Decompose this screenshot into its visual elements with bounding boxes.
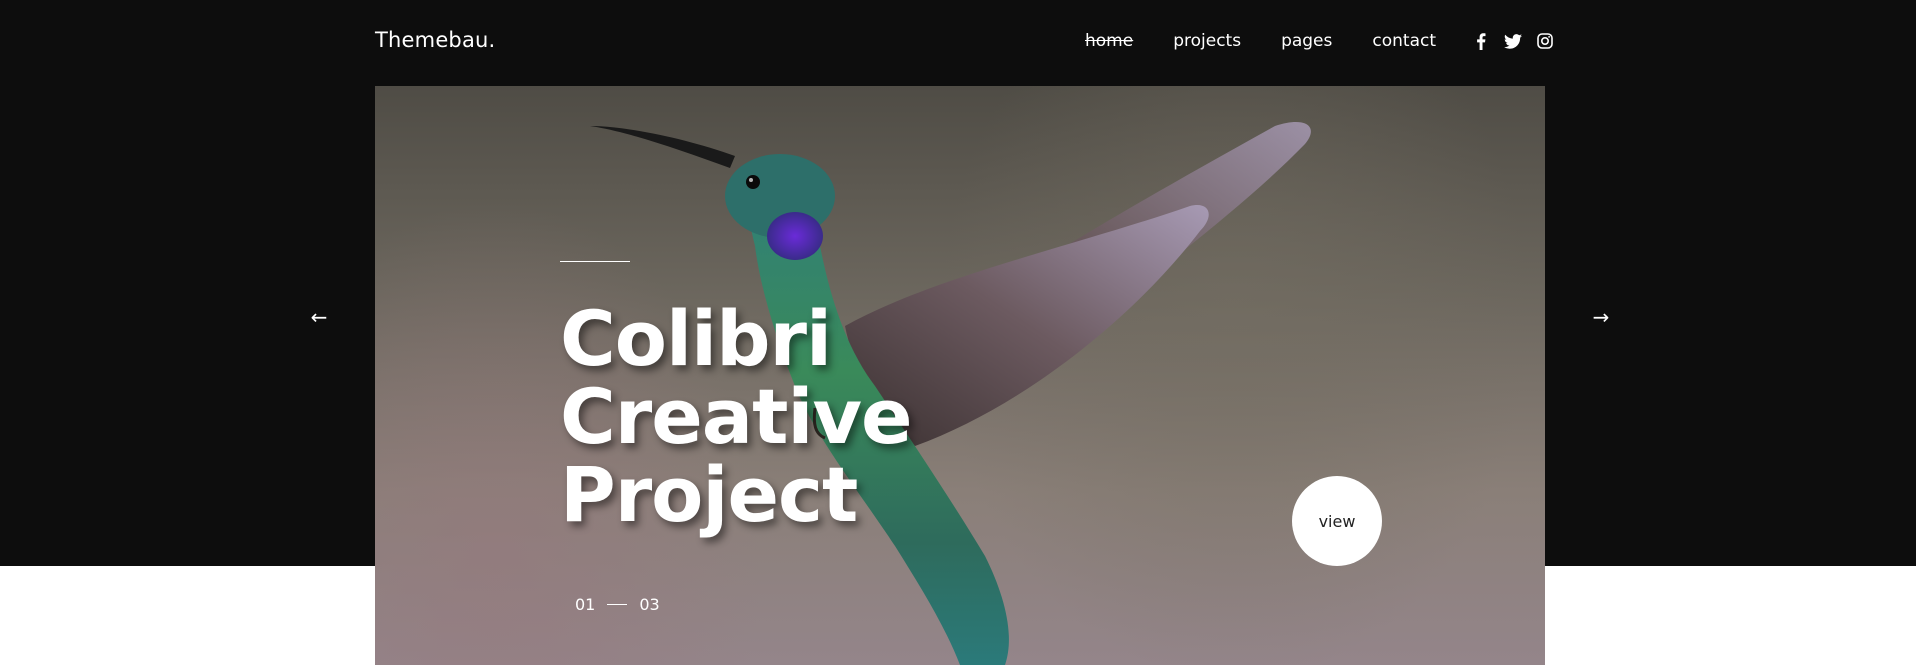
- title-divider: [560, 261, 630, 262]
- nav-item-contact[interactable]: contact: [1372, 31, 1436, 51]
- slide-counter-current: 01: [575, 595, 596, 614]
- slide-counter-separator: [607, 604, 628, 605]
- nav-item-projects[interactable]: projects: [1173, 31, 1241, 51]
- nav-item-home[interactable]: home: [1085, 31, 1133, 51]
- nav-item-pages[interactable]: pages: [1281, 31, 1332, 51]
- main-nav: home projects pages contact: [1085, 31, 1436, 51]
- slide-counter-total: 03: [639, 595, 660, 614]
- twitter-icon[interactable]: [1504, 32, 1522, 50]
- slider-next-arrow[interactable]: →: [1589, 305, 1613, 329]
- slider-prev-arrow[interactable]: ←: [307, 305, 331, 329]
- view-project-button[interactable]: view: [1292, 476, 1382, 566]
- hero-title-line-2: Project: [560, 450, 858, 539]
- hero-slide: Colibri Creative Project view 01 03: [375, 86, 1545, 665]
- site-logo[interactable]: Themebau.: [375, 28, 495, 52]
- instagram-icon[interactable]: [1536, 32, 1554, 50]
- slide-counter: 01 03: [575, 595, 660, 614]
- facebook-icon[interactable]: [1472, 32, 1490, 50]
- hero-title: Colibri Creative Project: [560, 300, 1180, 534]
- social-links: [1472, 32, 1554, 50]
- hero-title-line-1: Colibri Creative: [560, 294, 913, 461]
